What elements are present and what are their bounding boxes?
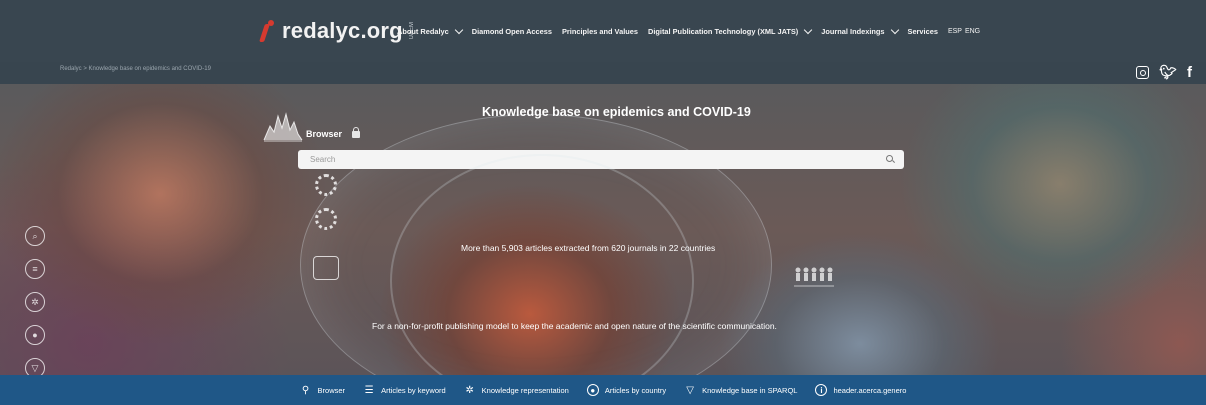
logo-text: redalyc.org xyxy=(282,18,403,43)
bottom-nav-articles-keyword[interactable]: ☰ Articles by keyword xyxy=(363,384,446,396)
nav-label: Services xyxy=(907,27,938,36)
bottom-nav-articles-country[interactable]: ● Articles by country xyxy=(586,384,667,396)
search-icon[interactable]: ⌕ xyxy=(25,226,45,246)
globe-icon: ● xyxy=(586,384,599,396)
search-icon: ⚲ xyxy=(301,384,310,396)
people-decoration-icon xyxy=(794,267,834,287)
bottom-nav-info[interactable]: i header.acerca.genero xyxy=(815,384,906,396)
bottom-nav: ⚲ Browser ☰ Articles by keyword ✲ Knowle… xyxy=(0,375,1206,405)
chevron-down-icon xyxy=(454,25,463,34)
list-icon: ☰ xyxy=(364,384,374,396)
bottom-nav-label: Articles by country xyxy=(604,385,667,395)
search-input[interactable] xyxy=(298,150,904,169)
bottom-nav-browser[interactable]: ⚲ Browser xyxy=(300,384,346,396)
triangle-icon: ▽ xyxy=(686,384,694,396)
bottom-nav-knowledge-representation[interactable]: ✲ Knowledge representation xyxy=(464,384,569,396)
site-logo[interactable]: redalyc.org UAEM xyxy=(260,14,415,48)
lang-eng-link[interactable]: ENG xyxy=(965,28,980,35)
social-links: 🐦︎ f xyxy=(1136,64,1192,81)
bottom-nav-label: Knowledge representation xyxy=(481,385,569,395)
bottom-nav-label: Articles by keyword xyxy=(381,385,446,395)
instagram-icon[interactable] xyxy=(1136,66,1150,79)
globe-icon[interactable]: ● xyxy=(25,325,45,345)
top-navbar: redalyc.org UAEM About Redalyc Diamond O… xyxy=(0,0,1206,62)
browser-label: Browser xyxy=(306,129,343,139)
nav-item-about[interactable]: About Redalyc xyxy=(397,25,463,36)
nav-label: About Redalyc xyxy=(397,27,449,36)
nav-item-journal-indexings[interactable]: Journal Indexings xyxy=(821,25,899,36)
database-decoration-icon xyxy=(313,256,339,280)
bottom-nav-label: Knowledge base in SPARQL xyxy=(702,385,798,395)
side-shortcuts: ⌕ ≡ ✲ ● ▽ i xyxy=(25,226,45,375)
nav-label: Diamond Open Access xyxy=(471,27,552,36)
nav-item-principles[interactable]: Principles and Values xyxy=(562,27,638,36)
chevron-down-icon xyxy=(804,25,813,34)
list-icon[interactable]: ≡ xyxy=(25,259,45,279)
lock-icon xyxy=(352,127,360,138)
hero-banner: Knowledge base on epidemics and COVID-19… xyxy=(0,84,1206,375)
network-icon[interactable]: ✲ xyxy=(25,292,45,312)
facebook-icon[interactable]: f xyxy=(1187,64,1192,81)
nav-item-digital-publication[interactable]: Digital Publication Technology (XML JATS… xyxy=(647,25,813,36)
bottom-nav-sparql[interactable]: ▽ Knowledge base in SPARQL xyxy=(684,384,797,396)
nav-label: Digital Publication Technology (XML JATS… xyxy=(647,27,799,36)
gear-decoration-icon xyxy=(315,174,337,196)
main-nav: About Redalyc Diamond Open Access Princi… xyxy=(397,25,980,36)
breadcrumb[interactable]: Redalyc > Knowledge base on epidemics an… xyxy=(60,66,211,72)
lang-esp-link[interactable]: ESP xyxy=(948,28,962,35)
nav-item-services[interactable]: Services xyxy=(908,27,938,36)
tagline-text: For a non-for-profit publishing model to… xyxy=(372,321,777,331)
nav-item-diamond-open-access[interactable]: Diamond Open Access xyxy=(472,27,552,36)
triangle-icon[interactable]: ▽ xyxy=(25,358,45,375)
twitter-icon[interactable]: 🐦︎ xyxy=(1159,64,1177,81)
language-switcher: ESP ENG xyxy=(948,28,980,35)
page-title: Knowledge base on epidemics and COVID-19 xyxy=(482,105,751,119)
bottom-nav-label: Browser xyxy=(317,385,346,395)
redalyc-logo-icon xyxy=(260,18,278,44)
info-icon: i xyxy=(815,384,828,396)
stats-text: More than 5,903 articles extracted from … xyxy=(461,243,716,253)
nav-label: Journal Indexings xyxy=(821,27,885,36)
chart-decoration-icon xyxy=(263,112,303,142)
gear-decoration-icon xyxy=(315,208,337,230)
search-bar xyxy=(298,150,904,169)
bottom-nav-label: header.acerca.genero xyxy=(833,385,907,395)
search-icon[interactable] xyxy=(886,155,893,162)
nav-label: Principles and Values xyxy=(561,27,638,36)
chevron-down-icon xyxy=(890,25,899,34)
network-icon: ✲ xyxy=(465,384,474,396)
